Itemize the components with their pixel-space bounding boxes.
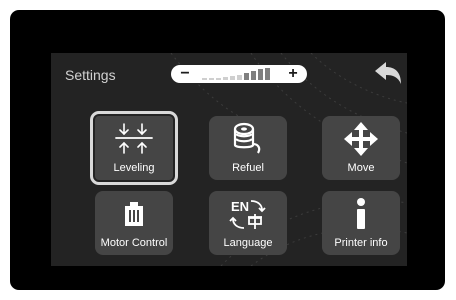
leveling-label: Leveling xyxy=(113,162,155,174)
motor-control-tile[interactable]: Motor Control xyxy=(95,191,173,255)
volume-up-button[interactable]: + xyxy=(284,65,302,83)
motor-control-label: Motor Control xyxy=(100,237,168,249)
settings-screen: Settings − + Leveling Refuel Move Motor … xyxy=(51,53,407,266)
motor-icon xyxy=(125,202,143,226)
language-label: Language xyxy=(223,237,273,249)
volume-control[interactable]: − + xyxy=(171,65,307,83)
leveling-icon xyxy=(115,123,153,154)
printer-device-frame: Settings − + Leveling Refuel Move Motor … xyxy=(10,10,445,290)
volume-down-button[interactable]: − xyxy=(176,65,194,83)
page-title: Settings xyxy=(65,67,116,83)
leveling-tile[interactable]: Leveling xyxy=(90,111,178,185)
move-arrows-icon xyxy=(344,122,378,156)
refuel-tile[interactable]: Refuel xyxy=(209,116,287,180)
svg-text:EN: EN xyxy=(231,199,249,214)
printer-info-label: Printer info xyxy=(334,237,388,249)
back-arrow-icon xyxy=(375,62,401,84)
language-icon: EN xyxy=(229,199,266,229)
info-icon xyxy=(357,198,365,229)
language-tile[interactable]: EN Language xyxy=(209,191,287,255)
refuel-label: Refuel xyxy=(232,162,264,174)
move-label: Move xyxy=(347,162,375,174)
filament-spool-icon xyxy=(233,122,261,154)
move-tile[interactable]: Move xyxy=(322,116,400,180)
back-button[interactable] xyxy=(373,61,403,85)
volume-level-indicator xyxy=(202,68,270,80)
printer-info-tile[interactable]: Printer info xyxy=(322,191,400,255)
